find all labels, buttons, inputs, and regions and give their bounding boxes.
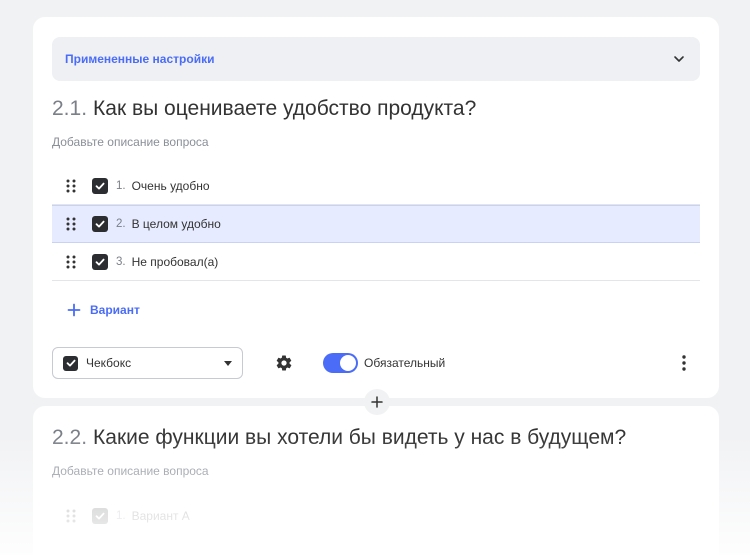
- option-index: 3.: [116, 255, 126, 268]
- question-card-2-2: 2.2. Какие функции вы хотели бы видеть у…: [33, 406, 719, 555]
- plus-icon: [371, 396, 383, 408]
- option-checkbox[interactable]: [92, 216, 108, 232]
- question-number: 2.1.: [52, 97, 88, 120]
- option-row[interactable]: 1. Вариант А: [52, 497, 700, 535]
- applied-settings-label: Примененные настройки: [65, 52, 215, 66]
- checkmark-icon: [95, 512, 105, 520]
- plus-icon: [67, 303, 81, 317]
- drag-handle-icon[interactable]: [66, 509, 76, 523]
- question-type-select[interactable]: Чекбокс: [52, 347, 243, 379]
- option-index: 1.: [116, 179, 126, 192]
- question-title[interactable]: 2.2. Какие функции вы хотели бы видеть у…: [52, 426, 626, 450]
- caret-down-icon: [224, 360, 232, 366]
- options-list: 1. Очень удобно 2. В целом удобно 3. Не …: [52, 167, 700, 281]
- checkmark-icon: [95, 220, 105, 228]
- drag-handle-icon[interactable]: [66, 179, 76, 193]
- more-vertical-icon[interactable]: [681, 355, 687, 371]
- add-question-button[interactable]: [364, 389, 390, 415]
- toggle-knob: [340, 355, 356, 371]
- question-title-text: Как вы оцениваете удобство продукта?: [93, 97, 477, 120]
- question-type-value: Чекбокс: [86, 356, 132, 370]
- checkbox-type-icon: [63, 355, 78, 371]
- checkmark-icon: [95, 182, 105, 189]
- option-row[interactable]: 1. Очень удобно: [52, 167, 700, 205]
- option-checkbox[interactable]: [92, 508, 108, 524]
- question-card-2-1: Примененные настройки 2.1. Как вы оценив…: [33, 17, 719, 398]
- option-label[interactable]: Очень удобно: [132, 179, 210, 193]
- option-label[interactable]: В целом удобно: [132, 217, 221, 231]
- options-list: 1. Вариант А: [52, 497, 700, 535]
- option-index: 2.: [116, 218, 126, 230]
- checkmark-icon: [66, 359, 75, 367]
- chevron-down-icon[interactable]: [672, 52, 686, 66]
- option-checkbox[interactable]: [92, 177, 108, 194]
- question-number: 2.2.: [52, 426, 88, 449]
- option-checkbox[interactable]: [92, 253, 108, 270]
- checkmark-icon: [95, 258, 105, 265]
- applied-settings-accordion[interactable]: Примененные настройки: [52, 37, 700, 81]
- option-row[interactable]: 3. Не пробовал(а): [52, 243, 700, 281]
- add-variant-label: Вариант: [90, 303, 140, 317]
- drag-handle-icon[interactable]: [66, 217, 76, 231]
- question-description-field[interactable]: Добавьте описание вопроса: [52, 464, 209, 478]
- question-title[interactable]: 2.1. Как вы оцениваете удобство продукта…: [52, 97, 476, 121]
- option-label[interactable]: Не пробовал(а): [132, 255, 219, 269]
- add-variant-button[interactable]: Вариант: [67, 303, 140, 317]
- required-toggle[interactable]: [323, 353, 358, 373]
- required-toggle-label: Обязательный: [364, 356, 446, 370]
- gear-icon[interactable]: [275, 354, 293, 372]
- option-row[interactable]: 2. В целом удобно: [52, 205, 700, 243]
- option-index: 1.: [116, 510, 126, 522]
- question-title-text: Какие функции вы хотели бы видеть у нас …: [93, 426, 627, 449]
- option-label[interactable]: Вариант А: [132, 509, 190, 523]
- drag-handle-icon[interactable]: [66, 255, 76, 269]
- question-description-field[interactable]: Добавьте описание вопроса: [52, 135, 209, 149]
